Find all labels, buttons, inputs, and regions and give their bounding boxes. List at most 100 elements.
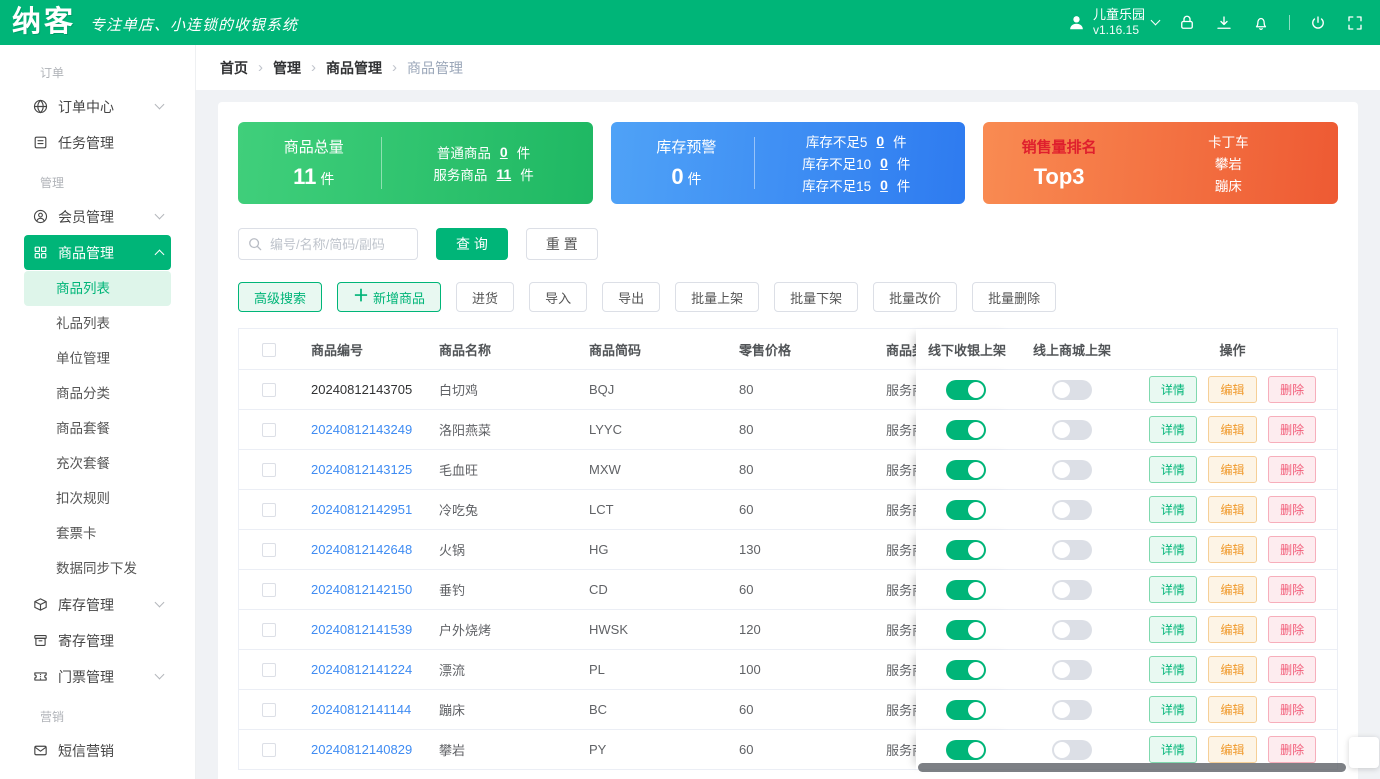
product-code-link[interactable]: 20240812143705	[311, 382, 412, 397]
submenu-item[interactable]: 商品列表	[24, 271, 171, 306]
delete-button[interactable]: 删除	[1268, 416, 1317, 443]
offline-shelf-toggle[interactable]	[946, 699, 986, 720]
account-menu[interactable]: 儿童乐园 v1.16.15	[1067, 7, 1161, 38]
detail-button[interactable]: 详情	[1148, 656, 1197, 683]
online-shelf-toggle[interactable]	[1052, 459, 1092, 480]
reset-button[interactable]: 重 置	[525, 228, 598, 260]
purchase-button[interactable]: 进货	[456, 282, 515, 312]
edit-button[interactable]: 编辑	[1208, 616, 1257, 643]
sidebar-item-order-center[interactable]: 订单中心	[24, 89, 171, 124]
edit-button[interactable]: 编辑	[1208, 496, 1257, 523]
submenu-item[interactable]: 扣次规则	[24, 481, 171, 516]
row-checkbox[interactable]	[262, 583, 276, 598]
query-button[interactable]: 查 询	[436, 228, 508, 260]
product-code-link[interactable]: 20240812141539	[311, 622, 412, 637]
breadcrumb-management[interactable]: 管理	[273, 58, 301, 78]
submenu-item[interactable]: 套票卡	[24, 516, 171, 551]
back-to-top-widget[interactable]	[1349, 737, 1379, 768]
product-code-link[interactable]: 20240812143249	[311, 422, 412, 437]
detail-button[interactable]: 详情	[1148, 696, 1197, 723]
row-checkbox[interactable]	[262, 463, 276, 478]
product-code-link[interactable]: 20240812142951	[311, 502, 412, 517]
delete-button[interactable]: 删除	[1268, 736, 1317, 763]
batch-delete-button[interactable]: 批量删除	[972, 282, 1057, 312]
row-checkbox[interactable]	[262, 383, 276, 398]
edit-button[interactable]: 编辑	[1208, 376, 1257, 403]
offline-shelf-toggle[interactable]	[946, 379, 986, 400]
offline-shelf-toggle[interactable]	[946, 419, 986, 440]
stat-line-value[interactable]: 0	[500, 144, 508, 160]
row-checkbox[interactable]	[262, 503, 276, 518]
detail-button[interactable]: 详情	[1148, 376, 1197, 403]
offline-shelf-toggle[interactable]	[946, 739, 986, 760]
delete-button[interactable]: 删除	[1268, 576, 1317, 603]
online-shelf-toggle[interactable]	[1052, 699, 1092, 720]
edit-button[interactable]: 编辑	[1208, 656, 1257, 683]
row-checkbox[interactable]	[262, 703, 276, 718]
edit-button[interactable]: 编辑	[1208, 416, 1257, 443]
online-shelf-toggle[interactable]	[1052, 659, 1092, 680]
product-code-link[interactable]: 20240812142648	[311, 542, 412, 557]
sidebar-item-task[interactable]: 任务管理	[24, 125, 171, 160]
delete-button[interactable]: 删除	[1268, 456, 1317, 483]
row-checkbox[interactable]	[262, 623, 276, 638]
delete-button[interactable]: 删除	[1268, 656, 1317, 683]
sidebar-item-ticket[interactable]: 门票管理	[24, 659, 171, 694]
online-shelf-toggle[interactable]	[1052, 739, 1092, 760]
submenu-item[interactable]: 单位管理	[24, 341, 171, 376]
online-shelf-toggle[interactable]	[1052, 579, 1092, 600]
edit-button[interactable]: 编辑	[1208, 536, 1257, 563]
lock-icon[interactable]	[1178, 14, 1196, 32]
offline-shelf-toggle[interactable]	[946, 459, 986, 480]
product-code-link[interactable]: 20240812141224	[311, 662, 412, 677]
detail-button[interactable]: 详情	[1148, 536, 1197, 563]
product-code-link[interactable]: 20240812143125	[311, 462, 412, 477]
batch-on-shelf-button[interactable]: 批量上架	[675, 282, 760, 312]
online-shelf-toggle[interactable]	[1052, 619, 1092, 640]
row-checkbox[interactable]	[262, 743, 276, 758]
delete-button[interactable]: 删除	[1268, 696, 1317, 723]
detail-button[interactable]: 详情	[1148, 496, 1197, 523]
breadcrumb-product-management[interactable]: 商品管理	[326, 58, 382, 78]
submenu-item[interactable]: 商品套餐	[24, 411, 171, 446]
stat-line-value[interactable]: 11	[496, 166, 511, 182]
horizontal-scrollbar-thumb[interactable]	[918, 763, 1346, 772]
fullscreen-icon[interactable]	[1346, 14, 1364, 32]
power-icon[interactable]	[1309, 14, 1327, 32]
edit-button[interactable]: 编辑	[1208, 696, 1257, 723]
delete-button[interactable]: 删除	[1268, 496, 1317, 523]
delete-button[interactable]: 删除	[1268, 536, 1317, 563]
submenu-item[interactable]: 商品分类	[24, 376, 171, 411]
detail-button[interactable]: 详情	[1148, 416, 1197, 443]
row-checkbox[interactable]	[262, 663, 276, 678]
online-shelf-toggle[interactable]	[1052, 379, 1092, 400]
offline-shelf-toggle[interactable]	[946, 539, 986, 560]
online-shelf-toggle[interactable]	[1052, 499, 1092, 520]
batch-reprice-button[interactable]: 批量改价	[873, 282, 958, 312]
detail-button[interactable]: 详情	[1148, 576, 1197, 603]
product-code-link[interactable]: 20240812140829	[311, 742, 412, 757]
stat-line-value[interactable]: 0	[880, 177, 888, 193]
edit-button[interactable]: 编辑	[1208, 576, 1257, 603]
row-checkbox[interactable]	[262, 423, 276, 438]
online-shelf-toggle[interactable]	[1052, 419, 1092, 440]
sidebar-item-product[interactable]: 商品管理	[24, 235, 171, 270]
advanced-search-button[interactable]: 高级搜索	[238, 282, 323, 312]
edit-button[interactable]: 编辑	[1208, 456, 1257, 483]
detail-button[interactable]: 详情	[1148, 616, 1197, 643]
offline-shelf-toggle[interactable]	[946, 579, 986, 600]
delete-button[interactable]: 删除	[1268, 376, 1317, 403]
import-button[interactable]: 导入	[529, 282, 588, 312]
sidebar-item-deposit[interactable]: 寄存管理	[24, 623, 171, 658]
sidebar-item-sms[interactable]: 短信营销	[24, 733, 171, 768]
submenu-item[interactable]: 数据同步下发	[24, 551, 171, 586]
sidebar-item-inventory[interactable]: 库存管理	[24, 587, 171, 622]
export-button[interactable]: 导出	[602, 282, 661, 312]
offline-shelf-toggle[interactable]	[946, 659, 986, 680]
detail-button[interactable]: 详情	[1148, 736, 1197, 763]
detail-button[interactable]: 详情	[1148, 456, 1197, 483]
select-all-checkbox[interactable]	[262, 342, 276, 357]
bell-icon[interactable]	[1252, 14, 1270, 32]
row-checkbox[interactable]	[262, 543, 276, 558]
offline-shelf-toggle[interactable]	[946, 619, 986, 640]
